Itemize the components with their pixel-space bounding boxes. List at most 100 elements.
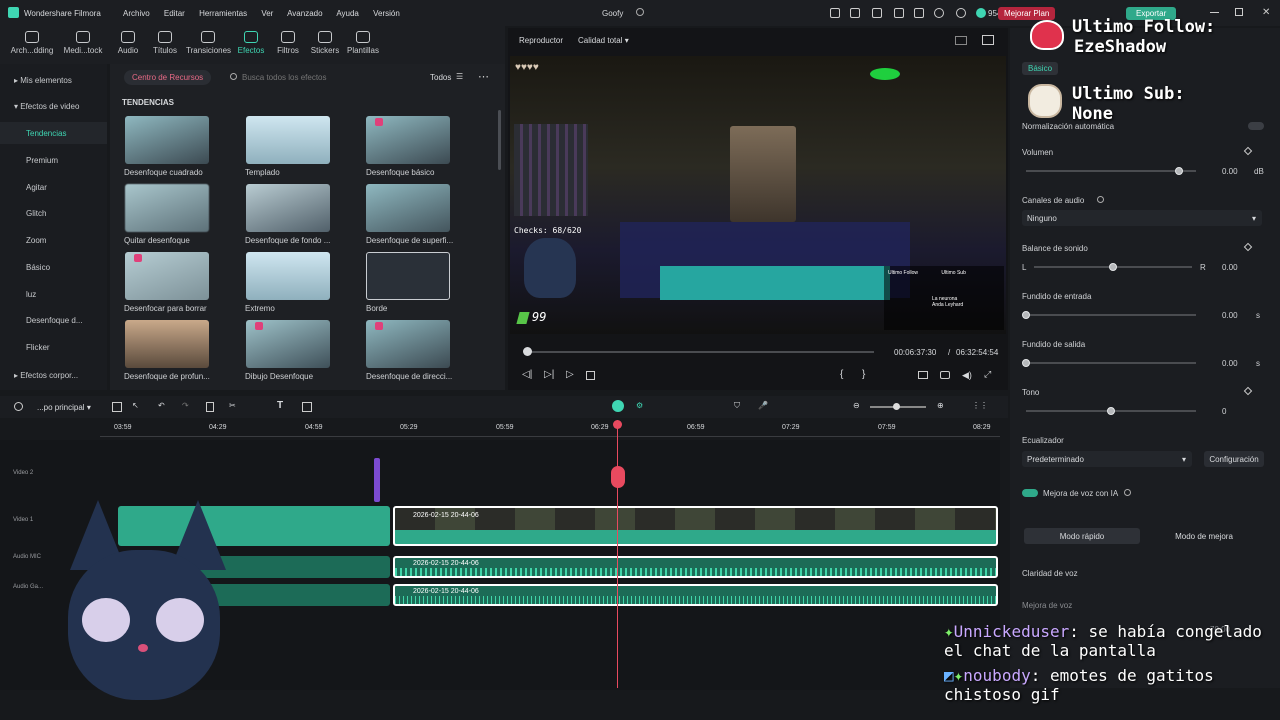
menu-archivo[interactable]: Archivo [123,9,150,18]
sidebar-item-glitch[interactable]: Glitch [26,209,46,218]
snapshot-icon[interactable] [982,35,994,45]
mark-in-icon[interactable]: { [840,369,843,380]
resource-center-button[interactable]: Centro de Recursos [124,70,212,85]
player-tab[interactable]: Reproductor [519,36,563,45]
mode-fast-button[interactable]: Modo rápido [1024,528,1140,544]
effect-thumb[interactable] [246,116,330,164]
scrubber-handle[interactable] [523,347,532,356]
zoom-in-icon[interactable]: ⊕ [937,401,944,410]
sidebar-item-light[interactable]: luz [26,290,36,299]
sidebar-item-shake[interactable]: Agitar [26,183,47,192]
fullscreen-icon[interactable]: ⤢ [984,369,991,380]
settings-icon[interactable] [956,8,966,18]
tab-stock-media[interactable]: Medi...tock [61,30,105,55]
track-manager-icon[interactable] [14,402,23,411]
sidebar-item-basic[interactable]: Básico [26,263,50,272]
effects-scrollbar[interactable] [498,110,501,170]
sidebar-item-corporate[interactable]: ▸ Efectos corpor... [14,371,78,380]
keyframe-icon[interactable] [1243,386,1253,396]
save-icon[interactable] [914,8,924,18]
effect-thumb[interactable] [366,252,450,300]
cart-icon[interactable] [872,8,882,18]
equalizer-config-button[interactable]: Configuración [1204,451,1264,467]
play-icon[interactable]: ▷ [566,369,574,380]
sidebar-item-blur[interactable]: Desenfoque d... [26,316,82,325]
snap-icon[interactable]: ⚙ [636,401,643,410]
equalizer-dropdown[interactable]: Predeterminado ▾ [1022,451,1192,467]
delete-icon[interactable] [206,402,214,412]
mode-better-button[interactable]: Modo de mejora [1146,528,1262,544]
effect-thumb[interactable] [246,184,330,232]
tab-basic[interactable]: Básico [1022,62,1059,75]
menu-avanzado[interactable]: Avanzado [287,9,322,18]
keyframe-icon[interactable] [1243,242,1253,252]
audio-mic-clip-main[interactable]: 2026-02-15 20-44-06 [393,556,998,578]
bell-icon[interactable] [850,8,860,18]
pitch-slider[interactable] [1026,407,1196,415]
sidebar-item-premium[interactable]: Premium [26,156,58,165]
effect-thumb[interactable] [125,116,209,164]
mark-out-icon[interactable]: } [862,369,865,380]
ai-voice-toggle[interactable] [1022,489,1038,497]
video-clip-main[interactable]: 2026-02-15 20-44-06 [393,506,998,546]
minimize-icon[interactable] [1210,12,1219,13]
play-pause-icon[interactable]: ▷| [544,369,554,380]
quality-dropdown[interactable]: Calidad total ▾ [578,36,629,45]
volume-icon[interactable]: ◀) [962,370,972,381]
tab-templates[interactable]: Plantillas [341,30,385,55]
menu-version[interactable]: Versión [373,9,400,18]
tab-transitions[interactable]: Transiciones [186,30,231,55]
volume-slider[interactable] [1026,167,1196,175]
text-tool-icon[interactable]: T [277,400,283,411]
camera-icon[interactable] [940,371,950,379]
layout-icon[interactable] [112,402,122,412]
ai-feature-icon[interactable] [612,400,624,412]
sidebar-item-zoom[interactable]: Zoom [26,236,46,245]
fade-out-knob[interactable] [1022,359,1030,367]
split-icon[interactable]: ✂ [229,401,236,410]
scrubber-track[interactable] [524,351,874,353]
effects-search-input[interactable] [242,69,402,85]
menu-editar[interactable]: Editar [164,9,185,18]
zoom-knob[interactable] [893,403,900,410]
purple-clip-marker[interactable] [374,458,380,502]
fade-in-slider[interactable] [1022,311,1196,319]
tab-import[interactable]: Arch...dding [10,30,54,55]
timeline-ruler[interactable]: 03:59 04:29 04:59 05:29 05:59 06:29 06:5… [0,418,1000,440]
image-icon[interactable] [894,8,904,18]
menu-herramientas[interactable]: Herramientas [199,9,247,18]
microphone-icon[interactable]: 🎤 [758,401,768,410]
sidebar-item-my-elements[interactable]: ▸ Mis elementos [14,76,72,85]
filter-icon[interactable]: ☰ [456,72,463,81]
gift-icon[interactable] [830,8,840,18]
cloud-icon[interactable] [934,8,944,18]
display-settings-icon[interactable] [918,371,928,379]
grid-menu-icon[interactable]: ⋮⋮ [972,401,988,410]
playhead-head-icon[interactable] [613,420,622,429]
audio-game-clip-main[interactable]: 2026-02-15 20-44-06 [393,584,998,606]
effect-thumb[interactable] [125,184,209,232]
effect-thumb[interactable] [246,252,330,300]
zoom-out-icon[interactable]: ⊖ [853,401,860,410]
grid-view-icon[interactable] [955,36,967,45]
fade-in-knob[interactable] [1022,311,1030,319]
sidebar-item-flicker[interactable]: Flicker [26,343,50,352]
sidebar-item-trending[interactable]: Tendencias [26,129,66,138]
stop-icon[interactable] [586,371,595,380]
fade-out-slider[interactable] [1022,359,1196,367]
select-tool-icon[interactable]: ↖ [132,401,139,410]
balance-knob[interactable] [1109,263,1117,271]
auto-normalization-toggle[interactable] [1248,122,1264,130]
redo-icon[interactable]: ↷ [182,401,189,410]
previous-frame-icon[interactable]: ◁| [522,369,532,380]
undo-icon[interactable]: ↶ [158,401,165,410]
keyframe-icon[interactable] [1243,146,1253,156]
marker-icon[interactable]: ⛉ [734,401,740,411]
menu-ayuda[interactable]: Ayuda [336,9,359,18]
pitch-knob[interactable] [1107,407,1115,415]
menu-ver[interactable]: Ver [261,9,273,18]
track-select-dropdown[interactable]: ...po principal ▾ [37,403,91,412]
volume-knob[interactable] [1175,167,1183,175]
crop-icon[interactable] [302,402,312,412]
audio-channels-dropdown[interactable]: Ninguno ▾ [1022,210,1262,226]
